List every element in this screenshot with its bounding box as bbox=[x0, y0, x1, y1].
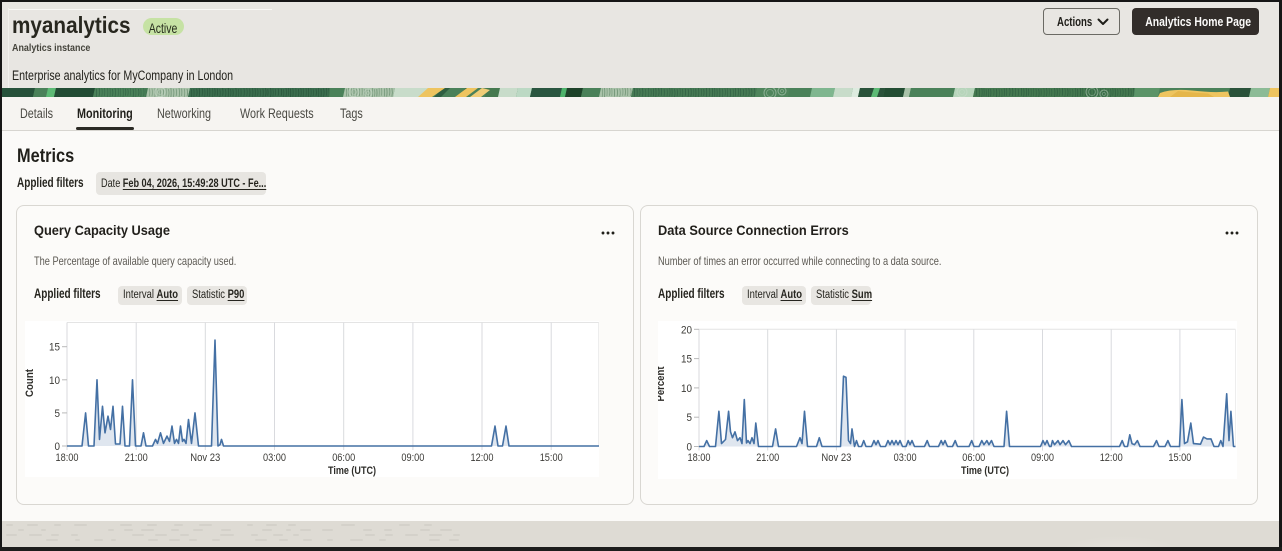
svg-text:09:00: 09:00 bbox=[1031, 452, 1054, 464]
svg-text:15:00: 15:00 bbox=[540, 452, 563, 464]
svg-text:12:00: 12:00 bbox=[471, 452, 494, 464]
svg-text:21:00: 21:00 bbox=[756, 452, 779, 464]
svg-text:15: 15 bbox=[49, 342, 60, 354]
svg-text:21:00: 21:00 bbox=[125, 452, 148, 464]
svg-text:Nov 23: Nov 23 bbox=[821, 452, 851, 464]
svg-text:Nov 23: Nov 23 bbox=[190, 452, 220, 464]
svg-text:5: 5 bbox=[55, 408, 61, 420]
svg-text:5: 5 bbox=[687, 412, 693, 424]
svg-text:18:00: 18:00 bbox=[56, 452, 79, 464]
svg-text:06:00: 06:00 bbox=[332, 452, 355, 464]
svg-text:03:00: 03:00 bbox=[263, 452, 286, 464]
svg-text:Time (UTC): Time (UTC) bbox=[328, 465, 376, 477]
svg-text:Time (UTC): Time (UTC) bbox=[961, 465, 1009, 477]
svg-text:03:00: 03:00 bbox=[894, 452, 917, 464]
svg-text:09:00: 09:00 bbox=[401, 452, 424, 464]
svg-text:Count: Count bbox=[25, 369, 36, 397]
svg-text:Percent: Percent bbox=[658, 366, 667, 401]
svg-text:15: 15 bbox=[681, 354, 692, 366]
svg-text:20: 20 bbox=[681, 324, 692, 336]
svg-text:06:00: 06:00 bbox=[962, 452, 985, 464]
svg-text:18:00: 18:00 bbox=[688, 452, 711, 464]
svg-text:15:00: 15:00 bbox=[1168, 452, 1191, 464]
svg-text:10: 10 bbox=[49, 375, 60, 387]
svg-text:12:00: 12:00 bbox=[1100, 452, 1123, 464]
svg-text:10: 10 bbox=[681, 383, 692, 395]
